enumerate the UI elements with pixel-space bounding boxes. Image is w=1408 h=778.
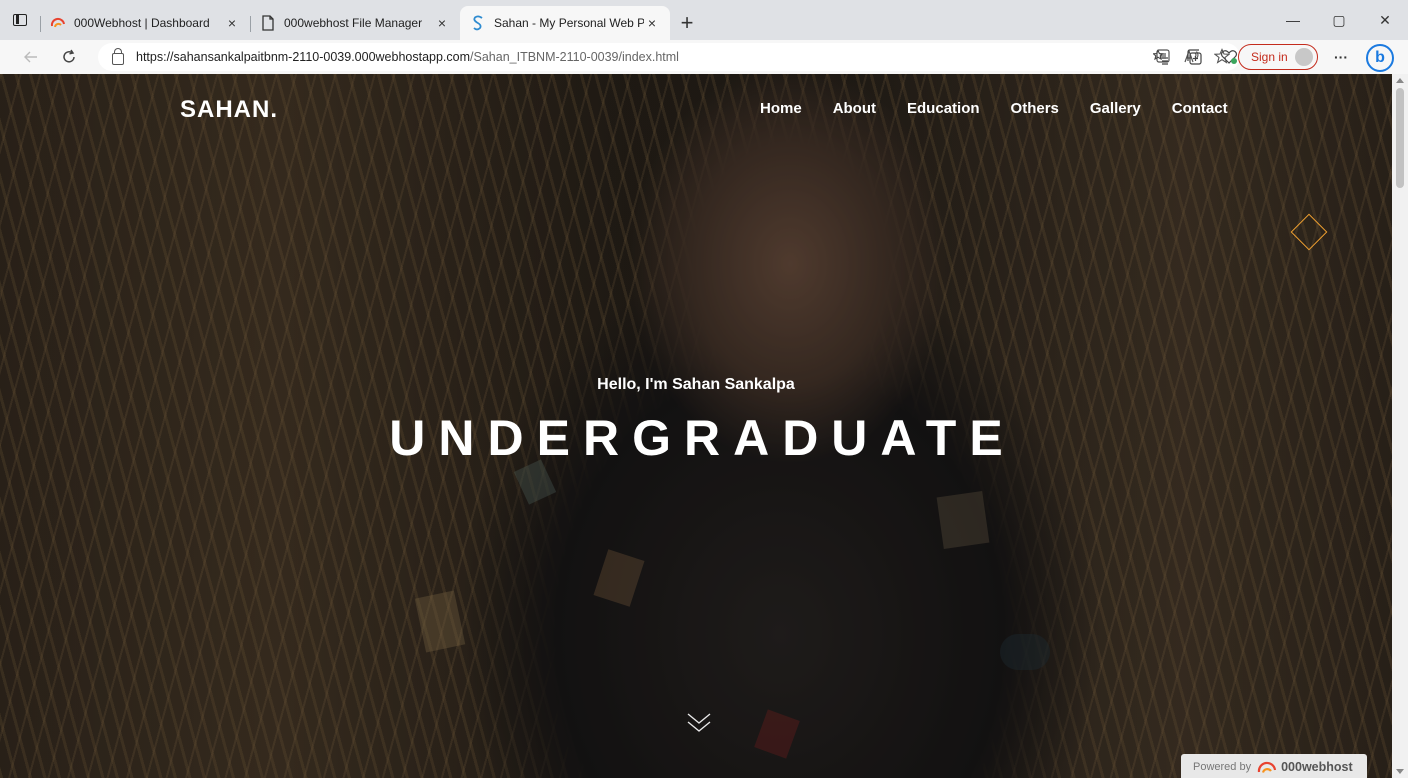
- scroll-up-arrow-icon[interactable]: [1396, 78, 1404, 83]
- 000webhost-logo-icon: [50, 15, 66, 31]
- collections-icon[interactable]: [1180, 42, 1210, 72]
- tab-file-manager[interactable]: 000webhost File Manager ×: [250, 6, 460, 40]
- site-s-icon: [470, 15, 486, 31]
- scrollbar-thumb[interactable]: [1396, 88, 1404, 188]
- right-toolbar: [1146, 40, 1244, 74]
- tab-title: 000webhost File Manager: [284, 16, 423, 30]
- more-menu-button[interactable]: ···: [1326, 42, 1356, 72]
- nav-about[interactable]: About: [833, 100, 876, 117]
- restore-button[interactable]: ▢: [1316, 0, 1362, 40]
- nav-gallery[interactable]: Gallery: [1090, 100, 1141, 117]
- tab-title: 000Webhost | Dashboard: [74, 16, 210, 30]
- url-text: https://sahansankalpaitbnm-2110-0039.000…: [136, 50, 679, 64]
- back-button[interactable]: [14, 42, 48, 72]
- nav-home[interactable]: Home: [760, 100, 802, 117]
- close-tab-icon[interactable]: ×: [224, 15, 240, 31]
- tab-separator: [250, 16, 251, 32]
- refresh-icon: [63, 49, 75, 63]
- site-navigation: Home About Education Others Gallery Cont…: [760, 100, 1228, 117]
- powered-by-brand: 000webhost: [1281, 760, 1353, 774]
- nav-contact[interactable]: Contact: [1172, 100, 1228, 117]
- tab-separator: [40, 16, 41, 32]
- back-arrow-icon: [24, 51, 37, 63]
- 000webhost-logo-icon: [1257, 760, 1277, 774]
- nav-education[interactable]: Education: [907, 100, 980, 117]
- sign-in-button[interactable]: Sign in: [1238, 44, 1318, 70]
- tab-title: Sahan - My Personal Web Page: [494, 16, 644, 30]
- tab-actions-button[interactable]: [0, 0, 40, 40]
- refresh-button[interactable]: [52, 42, 86, 72]
- tab-actions-icon: [13, 14, 27, 26]
- page-icon: [260, 15, 276, 31]
- tab-personal-web-page[interactable]: Sahan - My Personal Web Page ×: [460, 6, 670, 40]
- hero-headline: UNDERGRADUATE: [389, 410, 1016, 466]
- page-scrollbar[interactable]: [1392, 74, 1408, 778]
- scroll-down-arrow-icon[interactable]: [1396, 769, 1404, 774]
- nav-others[interactable]: Others: [1011, 100, 1059, 117]
- close-tab-icon[interactable]: ×: [434, 15, 450, 31]
- site-logo[interactable]: SAHAN.: [180, 96, 278, 124]
- minimize-button[interactable]: —: [1270, 0, 1316, 40]
- browser-toolbar: https://sahansankalpaitbnm-2110-0039.000…: [0, 40, 1408, 74]
- page-viewport: SAHAN. Home About Education Others Galle…: [0, 74, 1408, 778]
- tab-000webhost-dashboard[interactable]: 000Webhost | Dashboard ×: [40, 6, 250, 40]
- lock-icon: [112, 47, 124, 65]
- address-bar[interactable]: https://sahansankalpaitbnm-2110-0039.000…: [98, 43, 1240, 71]
- tab-strip: 000Webhost | Dashboard × 000webhost File…: [0, 0, 1408, 40]
- avatar-icon: [1295, 48, 1313, 66]
- close-window-button[interactable]: ✕: [1362, 0, 1408, 40]
- bing-copilot-icon[interactable]: b: [1366, 44, 1394, 72]
- powered-by-badge[interactable]: Powered by 000webhost: [1181, 754, 1367, 778]
- hero-greeting: Hello, I'm Sahan Sankalpa: [597, 376, 795, 393]
- window-controls: — ▢ ✕: [1270, 0, 1408, 40]
- scroll-down-icon[interactable]: [686, 710, 712, 736]
- powered-by-label: Powered by: [1193, 761, 1252, 773]
- close-tab-icon[interactable]: ×: [644, 15, 660, 31]
- favorites-icon[interactable]: [1146, 42, 1176, 72]
- new-tab-button[interactable]: +: [670, 6, 704, 40]
- sign-in-label: Sign in: [1251, 50, 1288, 64]
